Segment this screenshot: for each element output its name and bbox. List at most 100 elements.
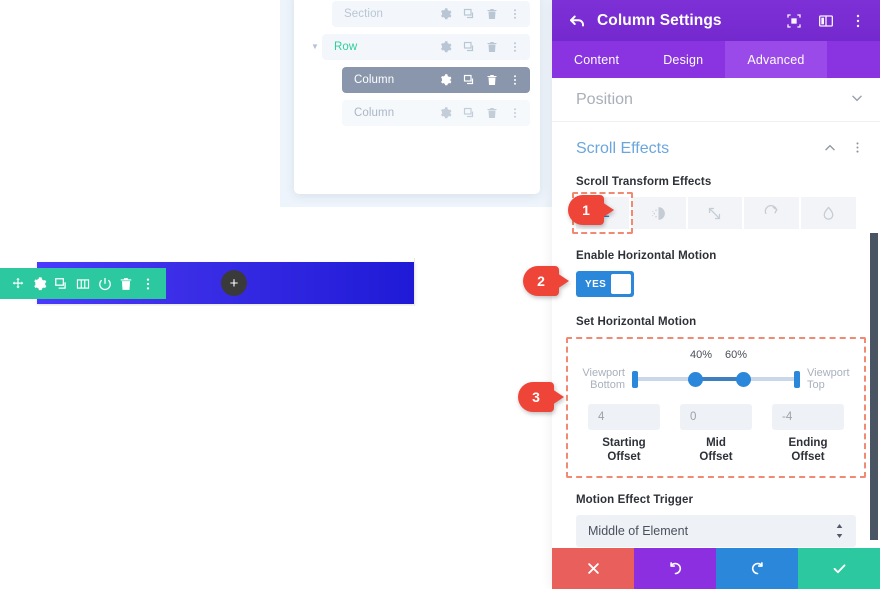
field-label: Set Horizontal Motion — [576, 316, 697, 328]
section-scroll-effects-header[interactable]: Scroll Effects — [552, 122, 880, 176]
slider-track-area[interactable] — [632, 368, 800, 390]
column-settings-modal: Column Settings Content Design Advanced … — [552, 0, 880, 589]
enable-horizontal-motion-toggle[interactable]: YES — [576, 271, 634, 297]
more-vertical-icon[interactable] — [509, 74, 521, 86]
redo-button[interactable] — [716, 548, 798, 589]
layer-actions[interactable] — [440, 41, 530, 53]
gear-icon[interactable] — [440, 41, 452, 53]
layer-row-column-selected[interactable]: Column — [342, 67, 530, 93]
modal-action-bar[interactable] — [552, 548, 880, 589]
gear-icon[interactable] — [440, 8, 452, 20]
mid-offset-input[interactable]: 0 — [680, 404, 752, 430]
gear-icon[interactable] — [32, 276, 48, 292]
accordion-title: Position — [576, 90, 633, 108]
accordion-position[interactable]: Position — [552, 78, 880, 122]
field-motion-effect-trigger: Motion Effect Trigger Middle of Element — [552, 494, 880, 547]
tabs-filler — [827, 41, 880, 78]
slider-handle-mid-start[interactable] — [688, 372, 703, 387]
modal-header: Column Settings — [552, 0, 880, 41]
modal-scrollbar[interactable] — [870, 233, 878, 540]
page-title: Column Settings — [597, 11, 722, 29]
tab-content[interactable]: Content — [552, 41, 641, 78]
callout-number: 3 — [518, 382, 554, 412]
chevron-down-icon[interactable]: ▼ — [310, 43, 320, 51]
scroll-effect-selector[interactable] — [572, 192, 856, 234]
slider-handle-mid-end[interactable] — [736, 372, 751, 387]
ending-offset-label: Ending Offset — [788, 437, 828, 463]
trash-icon[interactable] — [486, 107, 498, 119]
undo-button[interactable] — [634, 548, 716, 589]
layer-label: Section — [344, 8, 384, 20]
field-set-horizontal-motion: Set Horizontal Motion — [552, 316, 880, 328]
callout-number: 1 — [568, 195, 604, 225]
trash-icon[interactable] — [486, 41, 498, 53]
offset-mid: 0 Mid Offset — [670, 404, 762, 464]
layers-panel-backdrop: Section ▼ Row Column Column — [280, 0, 552, 207]
more-vertical-icon[interactable] — [850, 13, 866, 29]
select-value: Middle of Element — [588, 524, 689, 538]
slider-endcap-end[interactable] — [794, 371, 800, 388]
trash-icon[interactable] — [118, 276, 134, 292]
field-label: Motion Effect Trigger — [576, 494, 694, 506]
layer-actions[interactable] — [440, 107, 530, 119]
more-vertical-icon[interactable] — [140, 276, 156, 292]
trash-icon[interactable] — [486, 8, 498, 20]
chevron-down-icon[interactable] — [850, 91, 864, 108]
duplicate-icon[interactable] — [463, 74, 475, 86]
more-vertical-icon[interactable] — [851, 141, 864, 157]
layer-row-section[interactable]: Section — [332, 1, 530, 27]
ending-offset-input[interactable]: -4 — [772, 404, 844, 430]
more-vertical-icon[interactable] — [509, 107, 521, 119]
more-vertical-icon[interactable] — [509, 8, 521, 20]
duplicate-icon[interactable] — [463, 107, 475, 119]
add-module-button[interactable]: + — [221, 270, 247, 296]
back-arrow-icon[interactable] — [568, 12, 586, 30]
starting-offset-input[interactable]: 4 — [588, 404, 660, 430]
layer-row-column[interactable]: Column — [342, 100, 530, 126]
duplicate-icon[interactable] — [463, 41, 475, 53]
fading-icon[interactable] — [801, 197, 856, 229]
callout-1: 1 — [568, 195, 614, 225]
cancel-button[interactable] — [552, 548, 634, 589]
duplicate-icon[interactable] — [53, 276, 69, 292]
trash-icon[interactable] — [486, 74, 498, 86]
select-arrows-icon[interactable] — [835, 523, 844, 539]
field-enable-horizontal-motion: Enable Horizontal Motion YES — [552, 250, 880, 297]
layer-label: Column — [354, 107, 395, 119]
gear-icon[interactable] — [440, 74, 452, 86]
viewport-top-label: Viewport Top — [807, 366, 850, 392]
more-vertical-icon[interactable] — [509, 41, 521, 53]
callout-number: 2 — [523, 266, 559, 296]
tab-design[interactable]: Design — [641, 41, 725, 78]
slider-endcap-start[interactable] — [632, 371, 638, 388]
offset-ending: -4 Ending Offset — [762, 404, 854, 464]
columns-icon[interactable] — [75, 276, 91, 292]
chevron-up-icon[interactable] — [823, 141, 837, 158]
layer-actions[interactable] — [440, 8, 530, 20]
divi-builder-screen: + Section ▼ Row Column Column Column Set… — [0, 0, 880, 589]
section-hover-toolbar[interactable] — [0, 268, 166, 299]
duplicate-icon[interactable] — [463, 8, 475, 20]
field-label: Scroll Transform Effects — [576, 176, 712, 188]
rotating-icon[interactable] — [744, 197, 802, 229]
gear-icon[interactable] — [440, 107, 452, 119]
layer-label: Row — [334, 41, 358, 53]
vertical-motion-icon[interactable] — [630, 197, 688, 229]
viewport-slider[interactable]: Viewport Bottom Viewport Top — [578, 364, 854, 394]
motion-effect-trigger-select[interactable]: Middle of Element — [576, 515, 856, 547]
layer-label: Column — [354, 74, 395, 86]
save-button[interactable] — [798, 548, 880, 589]
modal-body: Position Scroll Effects Scroll Transform… — [552, 78, 880, 548]
move-icon[interactable] — [10, 276, 26, 292]
expand-view-icon[interactable] — [786, 13, 802, 29]
split-view-icon[interactable] — [818, 13, 834, 29]
power-icon[interactable] — [97, 276, 113, 292]
section-title: Scroll Effects — [576, 140, 670, 157]
scaling-icon[interactable] — [687, 197, 745, 229]
tab-advanced[interactable]: Advanced — [725, 41, 827, 78]
layer-row-row[interactable]: ▼ Row — [311, 34, 530, 60]
percent-labels: 40% 60% — [578, 349, 854, 364]
starting-offset-label: Starting Offset — [602, 437, 646, 463]
modal-tabs[interactable]: Content Design Advanced — [552, 41, 880, 78]
layer-actions[interactable] — [440, 74, 530, 86]
